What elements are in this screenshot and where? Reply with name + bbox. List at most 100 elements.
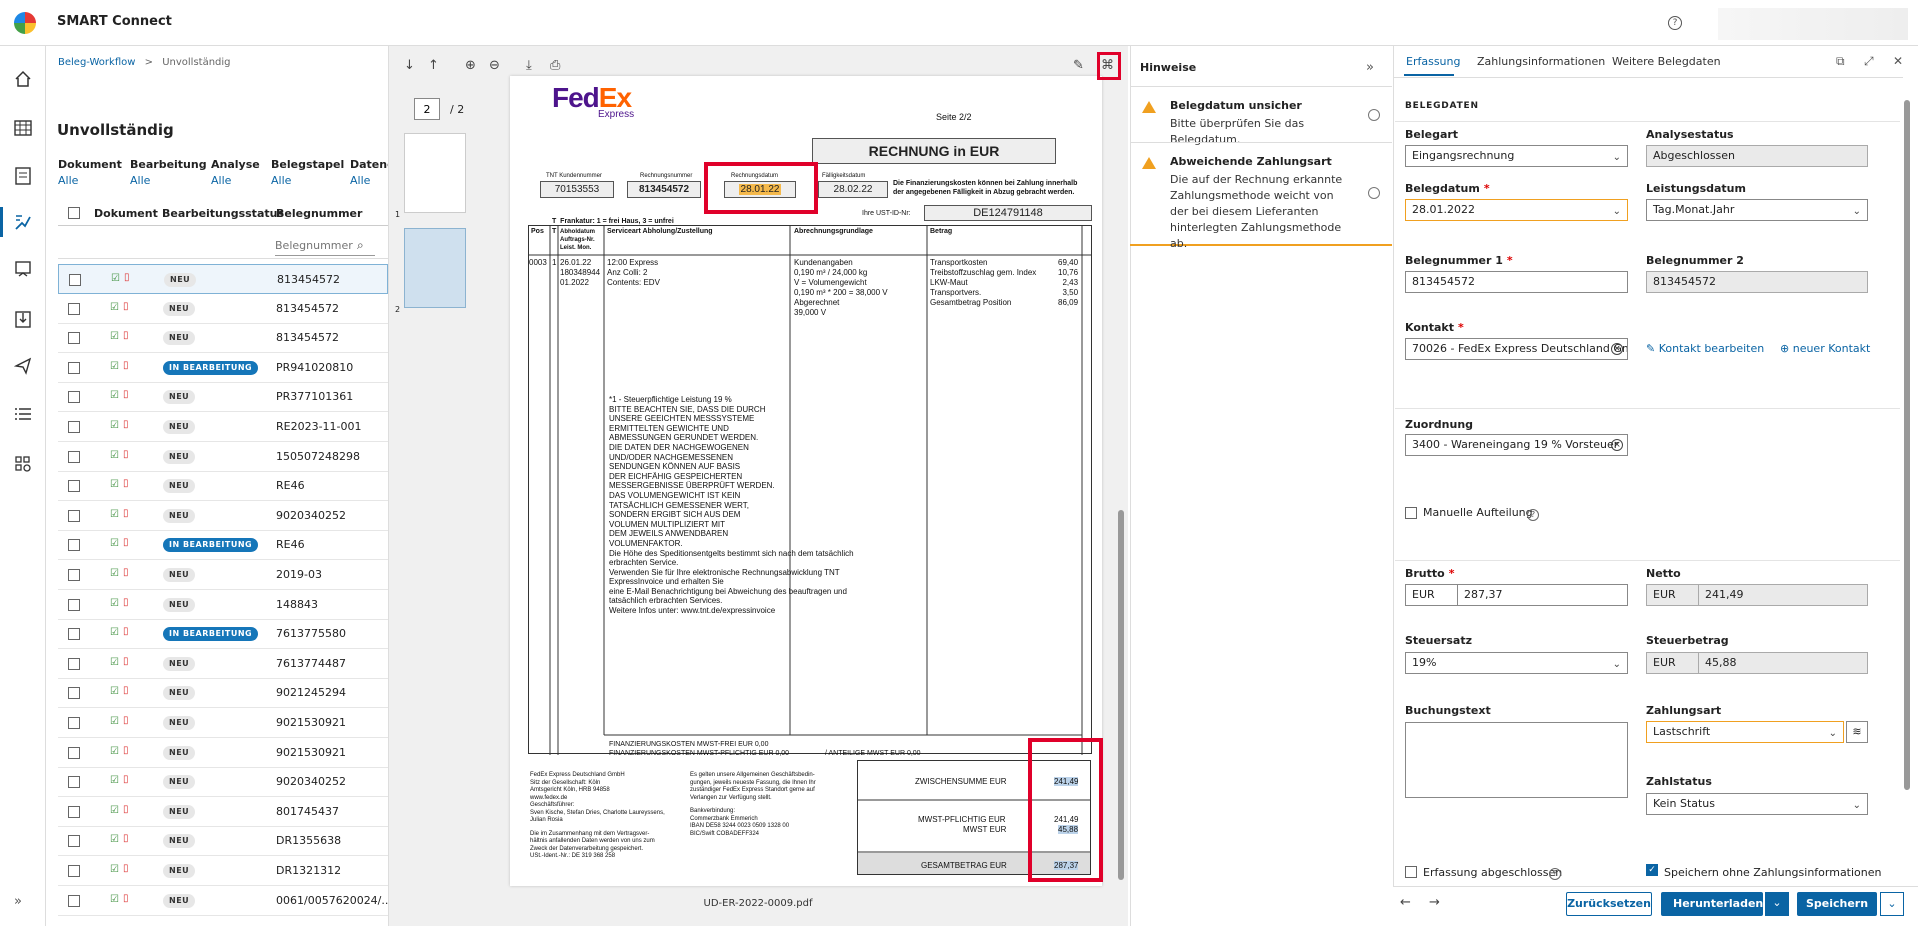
download-icon[interactable]: ⤓	[526, 58, 532, 73]
viewer-scroll-thumb[interactable]	[1118, 510, 1124, 880]
print-icon[interactable]: ⎙	[550, 58, 560, 73]
table-row[interactable]: ☑ ▯ NEU 2019-03	[58, 560, 388, 590]
filter-dokument[interactable]: Dokument Alle	[58, 158, 122, 187]
import-icon[interactable]	[15, 310, 31, 328]
table-row[interactable]: ☑ ▯ NEU 9020340252	[58, 767, 388, 798]
row-checkbox[interactable]	[68, 687, 80, 700]
row-checkbox[interactable]	[68, 894, 80, 907]
open-external-icon[interactable]: ⧉	[1836, 54, 1845, 69]
filter-value[interactable]: Alle	[130, 174, 207, 187]
zoom-in-icon[interactable]: ⊕	[465, 58, 476, 73]
row-checkbox[interactable]	[68, 805, 80, 818]
row-checkbox[interactable]	[68, 776, 80, 789]
row-checkbox[interactable]	[68, 628, 80, 641]
help-icon[interactable]: ?	[1549, 868, 1561, 880]
column-header-status[interactable]: Bearbeitungsstatus	[162, 207, 284, 220]
previous-arrow-icon[interactable]: ←	[1400, 895, 1411, 910]
manuelle-aufteilung-checkbox[interactable]	[1405, 507, 1417, 519]
filter-bearbeitung[interactable]: Bearbeitung Alle	[130, 158, 207, 187]
row-checkbox[interactable]	[68, 302, 80, 315]
erfassung-abgeschlossen-checkbox[interactable]	[1405, 866, 1417, 878]
table-row[interactable]: ☑ ▯ NEU 9021530921	[58, 738, 388, 768]
row-checkbox[interactable]	[68, 509, 80, 522]
steuersatz-select[interactable]: 19% ⌄	[1405, 652, 1628, 674]
send-icon[interactable]	[14, 357, 32, 375]
row-checkbox[interactable]	[68, 717, 80, 729]
filter-belegstapel[interactable]: Belegstapel Alle	[271, 158, 344, 187]
table-row[interactable]: ☑ ▯ NEU 9021245294	[58, 678, 388, 709]
row-checkbox[interactable]	[68, 746, 80, 759]
zahlstatus-select[interactable]: Kein Status ⌄	[1646, 793, 1868, 815]
zahlungsart-select[interactable]: Lastschrift ⌄	[1646, 721, 1844, 743]
kontakt-input[interactable]: 70026 - FedEx Express Deutschland GmbH ×	[1405, 338, 1628, 360]
column-header-number[interactable]: Belegnummer	[276, 207, 362, 220]
belegdatum-input[interactable]: 28.01.2022 ⌄	[1405, 199, 1628, 221]
document-icon[interactable]	[15, 167, 31, 185]
kontakt-bearbeiten-link[interactable]: ✎ Kontakt bearbeiten	[1646, 342, 1764, 355]
save-button[interactable]: Speichern	[1797, 892, 1877, 916]
table-row[interactable]: ☑ ▯ NEU RE46	[58, 471, 388, 502]
form-scroll-thumb[interactable]	[1904, 100, 1910, 790]
table-row[interactable]: ☑ ▯ NEU 148843	[58, 590, 388, 620]
hint-item[interactable]: Belegdatum unsicher Bitte überprüfen Sie…	[1130, 86, 1392, 146]
table-row[interactable]: ☑ ▯ NEU 150507248298	[58, 442, 388, 472]
settings-grid-icon[interactable]	[14, 455, 32, 473]
row-checkbox[interactable]	[68, 332, 80, 345]
chevron-down-icon[interactable]: ⌄	[1765, 892, 1789, 916]
home-icon[interactable]	[14, 70, 32, 88]
clear-icon[interactable]: ×	[1611, 439, 1623, 451]
user-avatar-area[interactable]	[1718, 8, 1908, 40]
table-row[interactable]: ☑ ▯ NEU PR377101361	[58, 382, 388, 413]
table-row[interactable]: ☑ ▯ NEU 813454572	[58, 323, 388, 354]
select-all-checkbox[interactable]	[68, 207, 80, 219]
hint-item[interactable]: Abweichende Zahlungsart Die auf der Rech…	[1130, 142, 1392, 250]
row-checkbox[interactable]	[68, 450, 80, 463]
breadcrumb-root[interactable]: Beleg-Workflow	[58, 57, 135, 68]
reset-button[interactable]: Zurücksetzen	[1566, 892, 1652, 916]
chevron-down-icon[interactable]: ⌄	[1880, 892, 1904, 916]
leistungsdatum-input[interactable]: Tag.Monat.Jahr ⌄	[1646, 199, 1868, 221]
table-row[interactable]: ☑ ▯ NEU RE2023-11-001	[58, 412, 388, 442]
filter-value[interactable]: Alle	[350, 174, 388, 187]
page-number-input[interactable]	[414, 98, 440, 120]
receipt-icon[interactable]	[14, 260, 32, 278]
arrow-up-icon[interactable]: ↑	[428, 58, 439, 73]
clear-icon[interactable]: ×	[1611, 343, 1623, 355]
table-row[interactable]: ☑ ▯ NEU 813454572	[58, 294, 388, 324]
collapse-hints-icon[interactable]: »	[1366, 60, 1374, 75]
table-row[interactable]: ☑ ▯ IN BEARBEITUNG RE46	[58, 530, 388, 561]
download-button[interactable]: Herunterladen	[1661, 892, 1763, 916]
row-checkbox[interactable]	[68, 539, 80, 552]
tab-erfassung[interactable]: Erfassung	[1406, 55, 1460, 68]
expand-nav-icon[interactable]: »	[14, 894, 22, 909]
page-thumbnail-2[interactable]	[404, 228, 466, 308]
table-row[interactable]: ☑ ▯ NEU DR1355638	[58, 826, 388, 857]
next-arrow-icon[interactable]: →	[1429, 895, 1440, 910]
column-header-document[interactable]: Dokument	[94, 207, 158, 220]
zuordnung-input[interactable]: 3400 - Wareneingang 19 % Vorsteuer ×	[1405, 434, 1628, 456]
list-icon[interactable]	[14, 406, 32, 422]
help-icon[interactable]: ?	[1668, 16, 1682, 30]
row-checkbox[interactable]	[68, 480, 80, 493]
search-icon[interactable]: ⌕	[357, 238, 364, 253]
filter-analyse[interactable]: Analyse Alle	[211, 158, 260, 187]
table-icon[interactable]	[14, 120, 32, 136]
tab-weitere-belegdaten[interactable]: Weitere Belegdaten	[1612, 55, 1721, 68]
row-checkbox[interactable]	[68, 361, 80, 374]
table-row[interactable]: ☑ ▯ NEU 0061/0057620024/...	[58, 886, 392, 916]
hint-radio[interactable]	[1368, 187, 1380, 199]
help-icon[interactable]: ?	[1527, 509, 1539, 521]
layers-icon[interactable]: ≋	[1846, 721, 1868, 743]
table-row[interactable]: ☑ ▯ NEU 813454572	[58, 264, 388, 294]
row-checkbox[interactable]	[68, 835, 80, 848]
workflow-icon[interactable]	[14, 213, 32, 231]
brutto-currency[interactable]: EUR	[1405, 584, 1458, 606]
brutto-input[interactable]: 287,37	[1457, 584, 1628, 606]
row-checkbox[interactable]	[68, 865, 80, 877]
row-checkbox[interactable]	[69, 274, 81, 286]
filter-datenquelle[interactable]: Datenqu Alle	[350, 158, 388, 187]
table-row[interactable]: ☑ ▯ NEU 7613774487	[58, 649, 388, 679]
filter-value[interactable]: Alle	[271, 174, 344, 187]
belegnummer1-input[interactable]: 813454572	[1405, 271, 1628, 293]
filter-value[interactable]: Alle	[211, 174, 260, 187]
